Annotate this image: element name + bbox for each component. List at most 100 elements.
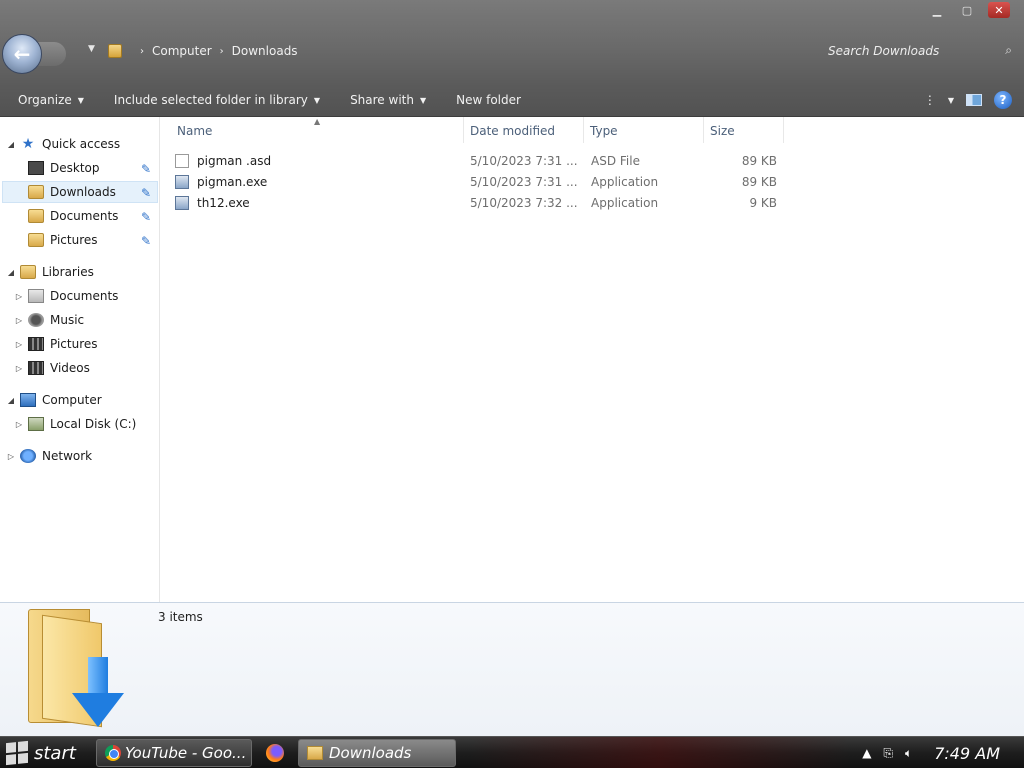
column-divider[interactable] xyxy=(703,117,704,143)
column-name[interactable]: Name xyxy=(177,124,212,138)
search-icon[interactable]: ⌕ xyxy=(1005,43,1012,58)
computer-icon xyxy=(20,393,36,407)
collapsed-icon[interactable]: ▷ xyxy=(6,452,16,461)
chevron-right-icon[interactable]: › xyxy=(220,46,224,57)
sidebar-item-lib-pictures[interactable]: ▷ Pictures xyxy=(14,333,98,355)
collapsed-icon[interactable]: ▷ xyxy=(14,420,24,429)
sidebar-item-computer[interactable]: ◢ Computer xyxy=(6,389,102,411)
recent-locations-dropdown[interactable]: ▼ xyxy=(88,44,95,54)
pin-icon[interactable]: ✎ xyxy=(141,210,155,224)
sidebar-item-music[interactable]: ▷ Music xyxy=(14,309,84,331)
sidebar-label: Documents xyxy=(50,209,119,223)
column-size[interactable]: Size xyxy=(710,124,735,138)
expand-icon[interactable]: ◢ xyxy=(6,140,16,149)
firefox-icon[interactable] xyxy=(266,744,284,762)
table-row[interactable]: th12.exe 5/10/2023 7:32 ... Application … xyxy=(175,192,795,213)
file-size: 89 KB xyxy=(741,174,777,189)
table-row[interactable]: pigman .asd 5/10/2023 7:31 ... ASD File … xyxy=(175,150,795,171)
breadcrumb: › Computer › Downloads xyxy=(108,40,298,62)
start-button[interactable]: start xyxy=(0,737,88,768)
taskbar-label: Downloads xyxy=(329,744,412,762)
expand-icon[interactable]: ◢ xyxy=(6,396,16,405)
new-folder-button[interactable]: New folder xyxy=(448,88,529,112)
breadcrumb-item-downloads[interactable]: Downloads xyxy=(232,44,298,58)
downloads-folder-icon xyxy=(28,609,128,731)
maximize-button[interactable]: ▢ xyxy=(956,2,978,18)
documents-library-icon xyxy=(28,289,44,303)
file-type: ASD File xyxy=(591,153,640,168)
chevron-right-icon[interactable]: › xyxy=(140,46,144,57)
pin-icon[interactable]: ✎ xyxy=(141,162,155,176)
sidebar-label: Network xyxy=(42,449,93,463)
file-type: Application xyxy=(591,174,659,189)
collapsed-icon[interactable]: ▷ xyxy=(14,292,24,301)
chrome-icon xyxy=(105,745,121,761)
videos-icon xyxy=(28,361,44,375)
application-icon xyxy=(175,195,189,210)
column-type[interactable]: Type xyxy=(590,124,618,138)
taskbar-item-downloads[interactable]: Downloads xyxy=(298,739,456,767)
folder-icon xyxy=(28,185,44,199)
network-icon xyxy=(20,449,36,463)
column-date-modified[interactable]: Date modified xyxy=(470,124,555,138)
network-status-icon[interactable]: ⎘ xyxy=(883,746,893,761)
sidebar-item-documents[interactable]: Documents xyxy=(24,205,118,227)
chevron-down-icon: ▼ xyxy=(88,44,95,54)
close-button[interactable]: ✕ xyxy=(988,2,1010,18)
preview-pane-icon[interactable] xyxy=(966,94,982,106)
minimize-icon: ▁ xyxy=(932,3,942,17)
folder-icon xyxy=(108,44,122,58)
search-input[interactable] xyxy=(820,44,990,58)
organize-button[interactable]: Organize ▼ xyxy=(10,88,92,112)
close-icon: ✕ xyxy=(994,3,1004,17)
column-divider[interactable] xyxy=(783,117,784,143)
back-button[interactable]: ← xyxy=(2,34,42,74)
column-divider[interactable] xyxy=(583,117,584,143)
collapsed-icon[interactable]: ▷ xyxy=(14,364,24,373)
sidebar-item-quick-access[interactable]: ◢ ★ Quick access xyxy=(6,133,120,155)
volume-icon[interactable]: 🔈︎ xyxy=(905,746,912,761)
include-in-library-button[interactable]: Include selected folder in library ▼ xyxy=(106,88,328,112)
expand-icon[interactable]: ◢ xyxy=(6,268,16,277)
chevron-down-icon: ▼ xyxy=(77,95,84,105)
help-icon[interactable]: ? xyxy=(994,91,1012,109)
start-label: start xyxy=(34,742,76,764)
taskbar-glow xyxy=(470,737,850,768)
share-with-button[interactable]: Share with ▼ xyxy=(342,88,434,112)
navigation-buttons: ← xyxy=(2,34,66,74)
change-view-icon[interactable]: ⋮ xyxy=(924,93,936,107)
sidebar-item-libraries[interactable]: ◢ Libraries xyxy=(6,261,94,283)
pictures-library-icon xyxy=(28,337,44,351)
sidebar-item-downloads[interactable]: Downloads xyxy=(24,181,116,203)
file-date: 5/10/2023 7:31 ... xyxy=(470,153,578,168)
sidebar-item-videos[interactable]: ▷ Videos xyxy=(14,357,90,379)
music-icon xyxy=(28,313,44,327)
command-bar: Organize ▼ Include selected folder in lib… xyxy=(0,86,1024,114)
collapsed-icon[interactable]: ▷ xyxy=(14,316,24,325)
sidebar-item-local-disk[interactable]: ▷ Local Disk (C:) xyxy=(14,413,136,435)
windows-logo-icon xyxy=(6,740,28,766)
pin-icon[interactable]: ✎ xyxy=(141,186,155,200)
chevron-down-icon[interactable]: ▼ xyxy=(948,96,954,105)
sidebar-item-pictures[interactable]: Pictures xyxy=(24,229,98,251)
file-name: th12.exe xyxy=(197,195,250,210)
show-hidden-icons-icon[interactable]: ▲ xyxy=(862,746,871,760)
sidebar-label: Pictures xyxy=(50,337,98,351)
folder-icon xyxy=(28,209,44,223)
sidebar-item-desktop[interactable]: Desktop xyxy=(24,157,100,179)
collapsed-icon[interactable]: ▷ xyxy=(14,340,24,349)
taskbar-item-youtube[interactable]: YouTube - Goo... xyxy=(96,739,252,767)
file-size: 89 KB xyxy=(741,153,777,168)
column-divider[interactable] xyxy=(463,117,464,143)
file-size: 9 KB xyxy=(749,195,777,210)
application-icon xyxy=(175,174,189,189)
table-row[interactable]: pigman.exe 5/10/2023 7:31 ... Applicatio… xyxy=(175,171,795,192)
breadcrumb-item-computer[interactable]: Computer xyxy=(152,44,212,58)
minimize-button[interactable]: ▁ xyxy=(926,2,948,18)
sidebar-label: Music xyxy=(50,313,85,327)
clock[interactable]: 7:49 AM xyxy=(934,744,1000,763)
sidebar-item-network[interactable]: ▷ Network xyxy=(6,445,92,467)
new-folder-label: New folder xyxy=(456,93,521,107)
pin-icon[interactable]: ✎ xyxy=(141,234,155,248)
sidebar-item-lib-documents[interactable]: ▷ Documents xyxy=(14,285,118,307)
